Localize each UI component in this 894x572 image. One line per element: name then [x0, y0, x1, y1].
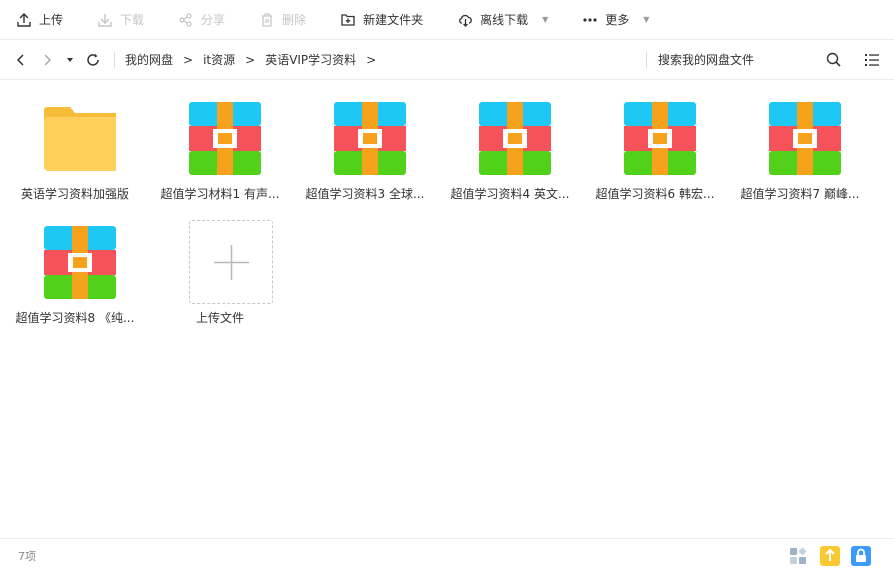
- upload-button[interactable]: 上传: [16, 0, 63, 40]
- delete-label: 删除: [282, 13, 307, 27]
- forward-icon[interactable]: [34, 40, 60, 80]
- file-name: 超值学习材料1 有声...: [160, 187, 280, 201]
- breadcrumb-my-drive[interactable]: 我的网盘: [125, 51, 173, 68]
- search-icon[interactable]: [826, 52, 842, 68]
- folder-icon: [44, 107, 116, 171]
- file-name: 超值学习资料8 《纯...: [15, 311, 135, 325]
- item-count: 7项: [18, 549, 36, 563]
- archive-item[interactable]: 超值学习资料4 英文...: [445, 94, 575, 214]
- download-icon: [97, 12, 113, 28]
- more-button[interactable]: 更多 ▼: [582, 0, 649, 40]
- lock-icon[interactable]: [851, 546, 871, 566]
- history-dropdown-icon[interactable]: [60, 40, 80, 80]
- breadcrumb-chevron-icon: >: [183, 52, 194, 67]
- upload-file-tile[interactable]: 上传文件: [155, 218, 285, 338]
- grid-view-icon[interactable]: [788, 546, 808, 566]
- more-dots-icon: [582, 12, 598, 28]
- upload-icon: [16, 12, 32, 28]
- archive-item[interactable]: 超值学习材料1 有声...: [155, 94, 285, 214]
- share-icon: [178, 12, 194, 28]
- upload-file-label: 上传文件: [195, 311, 244, 325]
- chevron-down-icon[interactable]: ▼: [542, 15, 548, 24]
- search-input[interactable]: [658, 40, 818, 80]
- download-button[interactable]: 下载: [97, 0, 144, 40]
- archive-icon: [44, 226, 116, 299]
- archive-icon: [479, 102, 551, 175]
- archive-icon: [624, 102, 696, 175]
- delete-button[interactable]: 删除: [259, 0, 306, 40]
- file-name: 英语学习资料加强版: [20, 187, 129, 201]
- breadcrumb-english-vip[interactable]: 英语VIP学习资料: [265, 51, 356, 68]
- trash-icon: [259, 12, 275, 28]
- status-bar: 7项: [0, 538, 894, 572]
- divider: [646, 52, 647, 68]
- file-name: 超值学习资料3 全球...: [305, 187, 425, 201]
- list-view-icon[interactable]: [864, 52, 880, 68]
- file-name: 超值学习资料7 巅峰...: [740, 187, 860, 201]
- cloud-download-icon: [457, 12, 473, 28]
- file-name: 超值学习资料4 英文...: [450, 187, 570, 201]
- download-label: 下载: [120, 13, 145, 27]
- archive-icon: [334, 102, 406, 175]
- toolbar: 上传 下载 分享 删除 新建文件夹 离线下载 ▼ 更多 ▼: [0, 0, 894, 40]
- share-label: 分享: [201, 13, 226, 27]
- new-folder-label: 新建文件夹: [363, 13, 424, 27]
- share-button[interactable]: 分享: [178, 0, 225, 40]
- divider: [114, 51, 115, 68]
- upload-label: 上传: [39, 13, 64, 27]
- chevron-down-icon[interactable]: ▼: [643, 15, 649, 24]
- upload-status-icon[interactable]: [820, 546, 840, 566]
- breadcrumb-chevron-icon: >: [245, 52, 256, 67]
- more-label: 更多: [605, 13, 630, 27]
- back-icon[interactable]: [8, 40, 34, 80]
- archive-icon: [769, 102, 841, 175]
- breadcrumb-it-resources[interactable]: it资源: [203, 51, 235, 68]
- breadcrumb-chevron-icon: >: [366, 52, 377, 67]
- archive-item[interactable]: 超值学习资料8 《纯...: [10, 218, 140, 338]
- upload-drop-zone[interactable]: [189, 220, 273, 304]
- refresh-icon[interactable]: [80, 40, 106, 80]
- archive-item[interactable]: 超值学习资料6 韩宏...: [590, 94, 720, 214]
- archive-icon: [189, 102, 261, 175]
- folder-item[interactable]: 英语学习资料加强版: [10, 94, 140, 214]
- file-name: 超值学习资料6 韩宏...: [595, 187, 715, 201]
- offline-download-button[interactable]: 离线下载 ▼: [457, 0, 548, 40]
- archive-item[interactable]: 超值学习资料7 巅峰...: [735, 94, 865, 214]
- offline-download-label: 离线下载: [480, 13, 529, 27]
- new-folder-button[interactable]: 新建文件夹: [340, 0, 423, 40]
- plus-icon: [214, 245, 249, 280]
- archive-item[interactable]: 超值学习资料3 全球...: [300, 94, 430, 214]
- new-folder-icon: [340, 12, 356, 28]
